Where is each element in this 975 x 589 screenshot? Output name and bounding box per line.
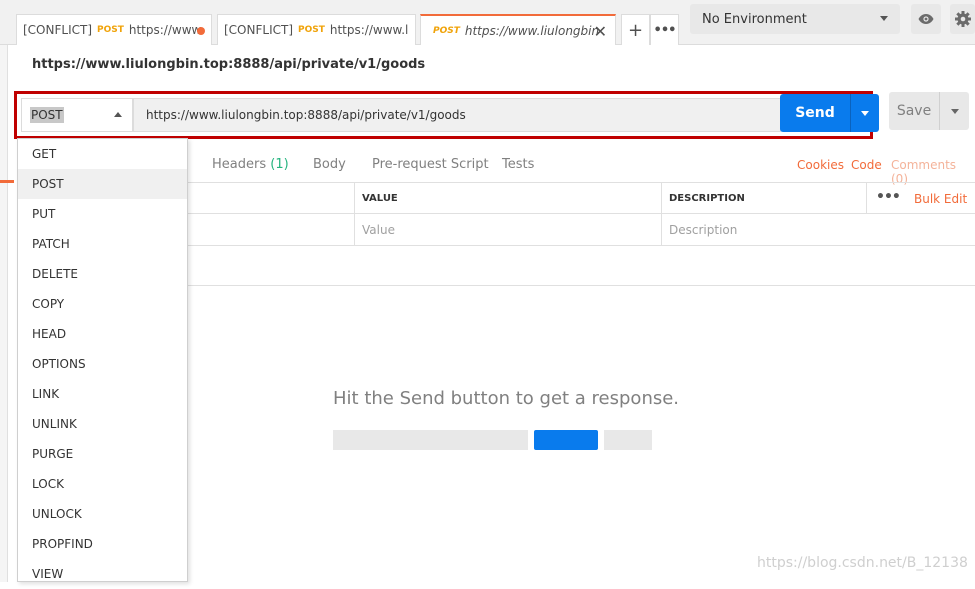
tab-method-label: POST — [97, 25, 124, 35]
watermark: https://blog.csdn.net/B_12138 — [757, 555, 968, 571]
table-row: Value Description — [187, 214, 975, 246]
method-option-lock[interactable]: LOCK — [18, 469, 187, 499]
chevron-down-icon — [880, 16, 888, 21]
method-option-get[interactable]: GET — [18, 139, 187, 169]
method-option-copy[interactable]: COPY — [18, 289, 187, 319]
eye-icon — [918, 14, 934, 24]
save-options-button[interactable] — [939, 92, 969, 130]
cookies-link[interactable]: Cookies — [797, 158, 844, 172]
method-option-put[interactable]: PUT — [18, 199, 187, 229]
tab-conflict-label: [CONFLICT] — [224, 23, 293, 37]
request-name: https://www.liulongbin.top:8888/api/priv… — [32, 57, 426, 72]
method-option-purge[interactable]: PURGE — [18, 439, 187, 469]
method-select[interactable]: POST — [21, 98, 133, 132]
environment-label: No Environment — [702, 11, 807, 27]
send-button[interactable]: Send — [780, 94, 850, 132]
tab-tests[interactable]: Tests — [502, 157, 534, 172]
tab-url-label: https://www.liu — [128, 23, 205, 37]
params-table-header: VALUE DESCRIPTION ••• Bulk Edit — [187, 182, 975, 214]
method-option-delete[interactable]: DELETE — [18, 259, 187, 289]
tab-url-label: https://www.liulon — [329, 23, 409, 37]
method-option-link[interactable]: LINK — [18, 379, 187, 409]
request-tab-active[interactable]: POST https://www.liulongbin.top ✕ — [420, 14, 616, 45]
request-tab-1[interactable]: [CONFLICT] POST https://www.liu — [16, 14, 212, 45]
tab-body[interactable]: Body — [313, 157, 346, 172]
method-option-view[interactable]: VIEW — [18, 559, 187, 589]
chevron-down-icon — [950, 108, 959, 114]
request-subtabs: Headers (1) Body Pre-request Script Test… — [187, 148, 975, 186]
method-selected-label: POST — [30, 107, 64, 123]
method-option-propfind[interactable]: PROPFIND — [18, 529, 187, 559]
more-options-icon[interactable]: ••• — [876, 189, 901, 205]
tab-options-button[interactable]: ••• — [650, 14, 679, 45]
unsaved-dot-icon — [197, 27, 205, 35]
method-dropdown-menu: GET POST PUT PATCH DELETE COPY HEAD OPTI… — [17, 138, 188, 582]
tab-url-label: https://www.liulongbin.top — [464, 23, 599, 38]
url-input[interactable] — [133, 98, 781, 132]
tab-prerequest-script[interactable]: Pre-request Script — [372, 157, 489, 172]
response-hint: Hit the Send button to get a response. — [333, 388, 680, 409]
method-option-unlock[interactable]: UNLOCK — [18, 499, 187, 529]
bulk-edit-link[interactable]: Bulk Edit — [914, 192, 967, 206]
sidebar-edge — [0, 45, 8, 582]
send-options-button[interactable] — [850, 94, 879, 132]
request-tab-2[interactable]: [CONFLICT] POST https://www.liulon — [217, 14, 416, 45]
chevron-down-icon — [861, 110, 869, 116]
save-button[interactable]: Save — [889, 92, 939, 130]
response-divider — [187, 285, 975, 286]
response-placeholder-bar — [604, 430, 652, 450]
code-link[interactable]: Code — [851, 158, 882, 172]
url-bar-highlight: POST Send — [14, 91, 879, 139]
response-placeholder-button — [534, 430, 598, 450]
method-option-post[interactable]: POST — [18, 169, 187, 199]
tab-headers[interactable]: Headers (1) — [212, 157, 289, 172]
tab-bar: [CONFLICT] POST https://www.liu [CONFLIC… — [0, 0, 975, 45]
manage-environments-button[interactable] — [950, 4, 975, 34]
tab-conflict-label: [CONFLICT] — [23, 23, 92, 37]
description-field[interactable]: Description — [662, 214, 737, 245]
description-column-header: DESCRIPTION — [669, 192, 745, 204]
method-option-patch[interactable]: PATCH — [18, 229, 187, 259]
method-option-options[interactable]: OPTIONS — [18, 349, 187, 379]
method-option-unlink[interactable]: UNLINK — [18, 409, 187, 439]
chevron-up-icon — [114, 112, 122, 117]
environment-select[interactable]: No Environment — [690, 4, 900, 34]
gear-icon — [954, 11, 971, 27]
tab-method-label: POST — [298, 25, 325, 35]
tab-headers-label: Headers — [212, 157, 267, 172]
new-tab-button[interactable]: + — [621, 14, 650, 45]
sidebar-active-marker — [0, 180, 14, 183]
headers-count-badge: (1) — [270, 157, 289, 172]
response-placeholder-bar — [333, 430, 528, 450]
tab-method-label: POST — [433, 25, 460, 36]
close-tab-icon[interactable]: ✕ — [594, 22, 607, 41]
environment-quicklook-button[interactable] — [911, 4, 941, 34]
value-field[interactable]: Value — [355, 214, 395, 245]
column-divider — [866, 183, 867, 213]
method-option-head[interactable]: HEAD — [18, 319, 187, 349]
value-column-header: VALUE — [362, 192, 398, 204]
